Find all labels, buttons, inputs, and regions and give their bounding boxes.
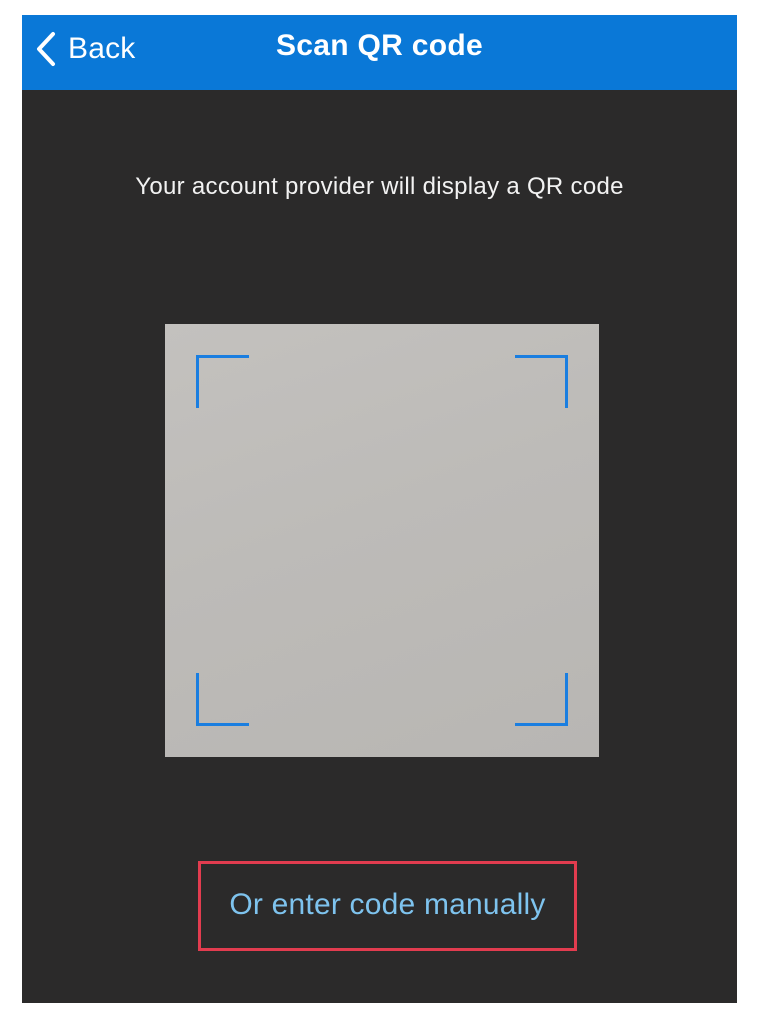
navigation-bar: Back Scan QR code <box>22 15 737 90</box>
viewfinder-corner-bottom-left <box>196 673 249 726</box>
viewfinder-corner-bottom-right <box>515 673 568 726</box>
viewfinder-corner-top-right <box>515 355 568 408</box>
enter-code-manually-link[interactable]: Or enter code manually <box>201 888 574 922</box>
camera-viewfinder <box>165 324 599 757</box>
scan-screen: Back Scan QR code Your account provider … <box>22 15 737 1003</box>
viewfinder-corner-top-left <box>196 355 249 408</box>
scan-instruction: Your account provider will display a QR … <box>135 173 624 200</box>
manual-entry-highlight: Or enter code manually <box>198 861 577 951</box>
page-title: Scan QR code <box>276 29 483 62</box>
